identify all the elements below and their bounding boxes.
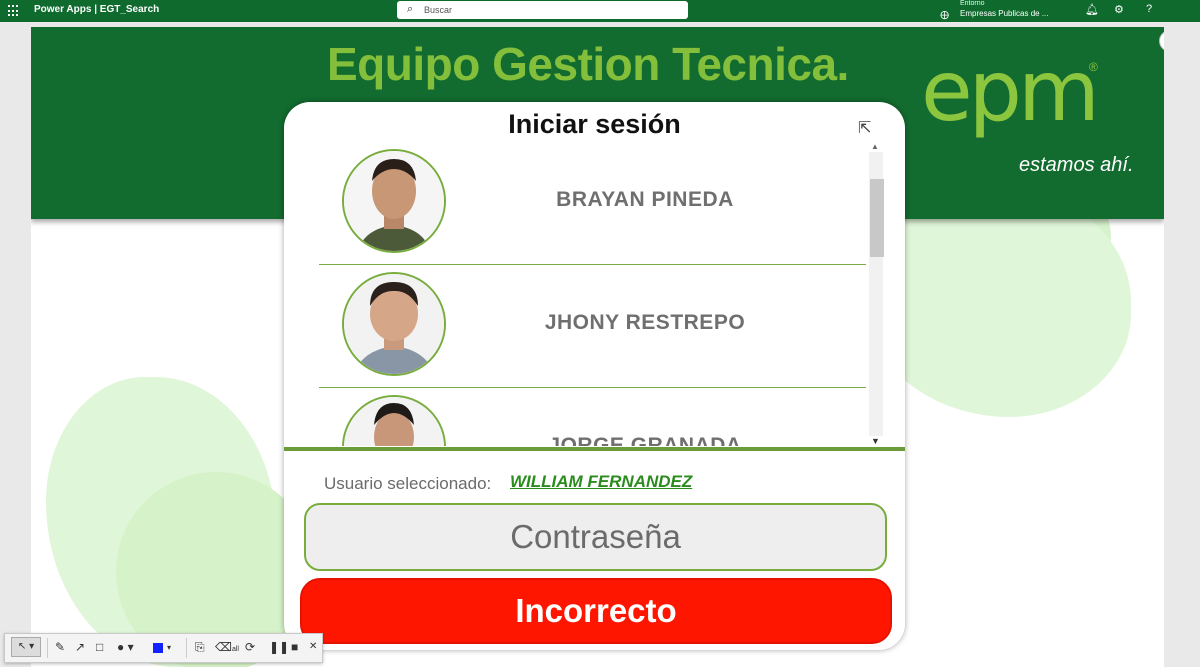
eraser-icon[interactable]: ⌫all bbox=[215, 640, 239, 654]
environment-selector[interactable]: Empresas Publicas de ... bbox=[960, 9, 1048, 18]
user-list-item[interactable]: JORGE GRANADA bbox=[319, 388, 866, 446]
close-icon[interactable]: ✕ bbox=[309, 641, 317, 652]
refresh-icon[interactable]: ⟳ bbox=[245, 640, 255, 654]
user-list-item[interactable]: JHONY RESTREPO bbox=[319, 265, 866, 388]
erase-all-label: all bbox=[231, 646, 239, 653]
app-canvas: Equipo Gestion Tecnica. epm ® estamos ah… bbox=[31, 27, 1164, 667]
app-launcher-icon[interactable] bbox=[8, 5, 20, 17]
pointer-tool-button[interactable]: ↖ ▾ bbox=[11, 637, 41, 657]
divider bbox=[284, 447, 905, 451]
scrollbar-thumb[interactable] bbox=[870, 179, 884, 257]
user-name: JHONY RESTREPO bbox=[544, 311, 746, 334]
avatar bbox=[342, 395, 446, 446]
scroll-up-icon[interactable]: ▲ bbox=[871, 142, 879, 151]
copy-icon[interactable]: ⎘ bbox=[195, 640, 205, 655]
rectangle-icon[interactable]: □ bbox=[96, 640, 103, 654]
user-list-item[interactable]: BRAYAN PINEDA bbox=[319, 142, 866, 265]
environment-label: Entorno bbox=[960, 0, 985, 7]
environment-icon[interactable]: 🜨 bbox=[940, 4, 949, 26]
highlight-icon[interactable]: ● ▾ bbox=[117, 640, 134, 654]
logo-tagline: estamos ahí. bbox=[1019, 154, 1134, 176]
selected-user-link[interactable]: WILLIAM FERNANDEZ bbox=[510, 472, 692, 492]
gear-icon[interactable]: ⚙ bbox=[1114, 3, 1124, 16]
stop-icon[interactable]: ■ bbox=[291, 640, 298, 654]
avatar bbox=[342, 149, 446, 253]
status-button[interactable]: Incorrecto bbox=[300, 578, 892, 644]
avatar bbox=[342, 272, 446, 376]
login-dialog: Iniciar sesión ⇱ BRAYAN PINEDA JHONY RES… bbox=[284, 102, 905, 650]
pointer-icon: ↖ ▾ bbox=[17, 641, 35, 652]
search-input[interactable]: Buscar bbox=[424, 5, 452, 15]
annotation-toolbar: ↖ ▾ ✎ ↗ □ ● ▾ ▾ ⎘ ⌫all ⟳ ❚❚ ■ ✕ bbox=[4, 633, 323, 663]
pen-icon[interactable]: ✎ bbox=[55, 640, 65, 654]
selected-user-label: Usuario seleccionado: bbox=[324, 474, 492, 493]
page-title: Equipo Gestion Tecnica. bbox=[327, 38, 849, 90]
user-list-scrollbar[interactable]: ▲ ▼ bbox=[866, 142, 886, 446]
dialog-title: Iniciar sesión bbox=[508, 109, 681, 139]
user-name: BRAYAN PINEDA bbox=[556, 188, 734, 211]
power-apps-topbar: Power Apps | EGT_Search ⌕ Buscar 🜨 Entor… bbox=[0, 0, 1200, 22]
help-icon[interactable]: ? bbox=[1146, 3, 1152, 15]
epm-logo: epm bbox=[921, 42, 1100, 140]
user-name: JORGE GRANADA bbox=[548, 434, 742, 446]
registered-mark: ® bbox=[1089, 60, 1098, 74]
bell-icon[interactable]: 🔔︎ bbox=[1085, 3, 1099, 16]
pause-icon[interactable]: ❚❚ bbox=[269, 640, 289, 654]
color-swatch[interactable] bbox=[153, 643, 163, 653]
user-list[interactable]: BRAYAN PINEDA JHONY RESTREPO JORGE GRANA… bbox=[319, 142, 874, 446]
scroll-down-icon[interactable]: ▼ bbox=[871, 436, 880, 446]
search-box[interactable]: ⌕ Buscar bbox=[397, 1, 688, 19]
arrow-icon[interactable]: ↗ bbox=[75, 640, 85, 654]
mouse-cursor-icon: ⇱ bbox=[858, 120, 872, 137]
app-title: Power Apps | EGT_Search bbox=[34, 4, 160, 15]
search-icon: ⌕ bbox=[407, 3, 414, 15]
chevron-down-icon[interactable]: ▾ bbox=[167, 643, 171, 652]
toolbar-separator bbox=[47, 638, 48, 658]
password-field[interactable]: Contraseña bbox=[304, 503, 887, 571]
toolbar-separator bbox=[186, 638, 187, 658]
